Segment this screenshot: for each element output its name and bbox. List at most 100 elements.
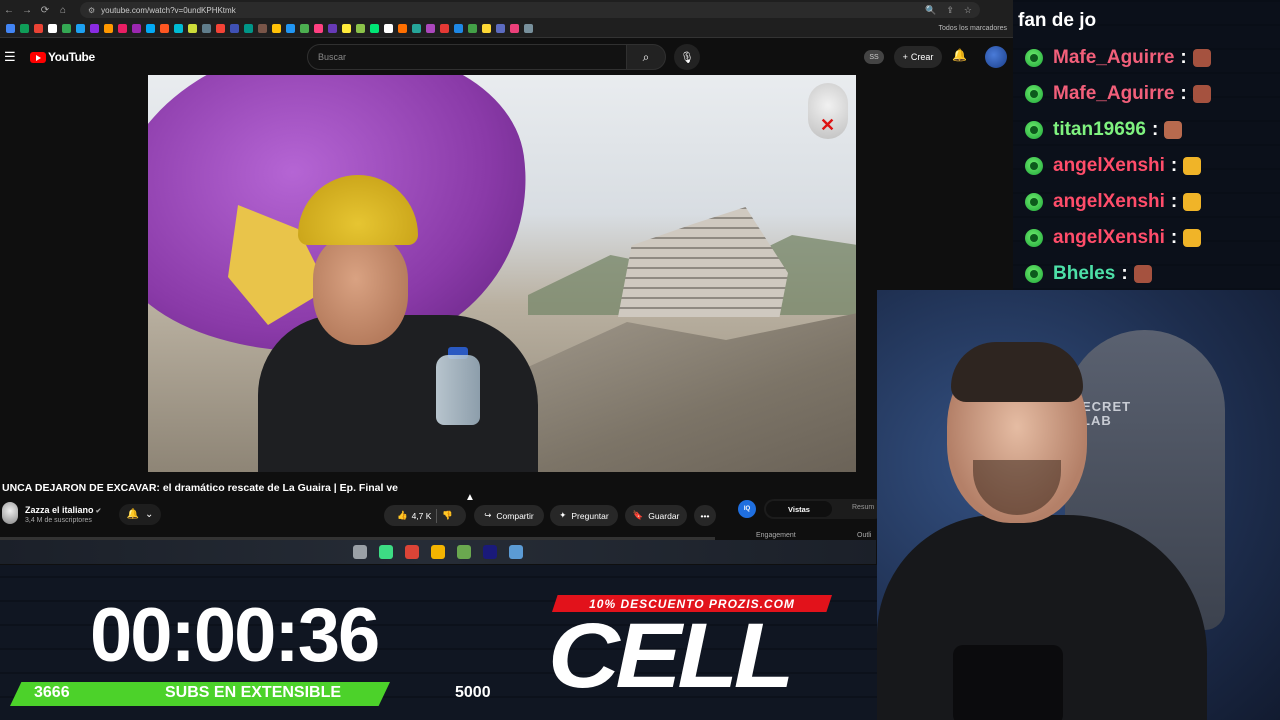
bookmark-favicon-icon[interactable] [6,24,15,33]
chat-username[interactable]: angelXenshi [1053,191,1165,213]
reload-icon[interactable]: ⟳ [36,5,54,16]
bookmarks-bar: Todos los marcadores [0,20,1013,38]
address-bar[interactable]: ⚙ youtube.com/watch?v=0undKPHKtmk 🔍 ⇪ ☆ [80,2,980,18]
bookmark-favicon-icon[interactable] [510,24,519,33]
bookmark-favicon-icon[interactable] [482,24,491,33]
bookmark-favicon-icon[interactable] [230,24,239,33]
chat-badge-icon [1025,85,1043,103]
taskbar-app-icon[interactable] [405,545,419,559]
bookmark-favicon-icon[interactable] [496,24,505,33]
bookmark-favicon-icon[interactable] [412,24,421,33]
taskbar-app-icon[interactable] [379,545,393,559]
share-label: Compartir [496,510,534,521]
bookmark-favicon-icon[interactable] [258,24,267,33]
bookmark-favicon-icon[interactable] [356,24,365,33]
chat-separator: : [1170,191,1178,212]
more-actions-button[interactable]: ••• [694,505,716,526]
subs-goal: 5000 [455,684,491,701]
bookmark-favicon-icon[interactable] [384,24,393,33]
bookmark-favicon-icon[interactable] [146,24,155,33]
account-avatar[interactable] [985,46,1007,68]
thumbs-up-icon: 👍 [396,510,408,520]
tab-summary[interactable]: Resum [852,504,874,511]
bookmark-favicon-icon[interactable] [76,24,85,33]
chat-username[interactable]: Mafe_Aguirre [1053,83,1174,105]
chat-username[interactable]: titan19696 [1053,119,1146,141]
youtube-play-icon [30,51,46,63]
channel-name[interactable]: Zazza el italiano ✔ [25,505,101,515]
bookmark-favicon-icon[interactable] [426,24,435,33]
bookmark-favicon-icon[interactable] [118,24,127,33]
extension-logo-icon[interactable]: IQ [738,500,756,518]
chat-message: Bheles: [1025,261,1152,287]
voice-search-button[interactable]: 🎙 [674,44,700,70]
search-button[interactable]: ⌕ [626,44,666,70]
bookmark-favicon-icon[interactable] [468,24,477,33]
bookmark-favicon-icon[interactable] [20,24,29,33]
chat-username[interactable]: Bheles [1053,263,1115,285]
bookmark-favicon-icon[interactable] [90,24,99,33]
chat-emote-icon [1133,265,1152,283]
back-icon[interactable]: ← [0,5,18,16]
chat-separator: : [1170,227,1178,248]
taskbar-app-icon[interactable] [509,545,523,559]
bookmark-favicon-icon[interactable] [272,24,281,33]
all-bookmarks-button[interactable]: Todos los marcadores [939,25,1013,32]
bookmark-favicon-icon[interactable] [48,24,57,33]
chat-username[interactable]: Mafe_Aguirre [1053,47,1174,69]
share-page-icon[interactable]: ⇪ [946,5,954,16]
bookmark-favicon-icon[interactable] [300,24,309,33]
chat-badge-icon [1025,121,1043,139]
bookmark-star-icon[interactable]: ☆ [964,5,972,16]
share-button[interactable]: ↪ Compartir [474,505,544,526]
home-icon[interactable]: ⌂ [54,5,72,16]
bookmark-favicon-icon[interactable] [34,24,43,33]
bookmark-favicon-icon[interactable] [202,24,211,33]
menu-icon[interactable]: ☰ [4,49,20,65]
taskbar-app-icon[interactable] [431,545,445,559]
search-input[interactable]: Buscar [307,44,627,70]
save-button[interactable]: 🔖 Guardar [625,505,687,526]
bookmark-favicon-icon[interactable] [342,24,351,33]
like-divider [436,508,438,523]
video-water-bottle [436,355,480,425]
bookmark-favicon-icon[interactable] [132,24,141,33]
channel-avatar[interactable] [2,502,18,524]
bookmark-favicon-icon[interactable] [314,24,323,33]
chat-username[interactable]: angelXenshi [1053,227,1165,249]
site-info-icon[interactable]: ⚙ [88,6,95,15]
bookmark-favicon-icon[interactable] [370,24,379,33]
youtube-logo[interactable]: YouTube [30,50,95,64]
create-label: Crear [910,52,934,62]
forward-icon[interactable]: → [18,5,36,16]
like-button[interactable]: 👍 4,7 K [397,510,431,521]
bookmark-favicon-icon[interactable] [244,24,253,33]
bookmark-favicon-icon[interactable] [104,24,113,33]
bookmark-favicon-icon[interactable] [328,24,337,33]
ask-button[interactable]: ✦ Preguntar [550,505,618,526]
notifications-bell-icon[interactable]: 🔔 [952,48,967,62]
chat-username[interactable]: angelXenshi [1053,155,1165,177]
video-player[interactable]: ✕ [148,75,856,472]
bookmark-favicon-icon[interactable] [216,24,225,33]
bookmark-favicon-icon[interactable] [398,24,407,33]
bookmark-favicon-icon[interactable] [174,24,183,33]
taskbar-app-icon[interactable] [483,545,497,559]
taskbar-app-icon[interactable] [353,545,367,559]
bookmark-favicon-icon[interactable] [524,24,533,33]
bookmark-favicon-icon[interactable] [188,24,197,33]
bookmark-favicon-icon[interactable] [286,24,295,33]
bookmark-favicon-icon[interactable] [440,24,449,33]
plus-icon: + [902,52,908,62]
extension-badge[interactable]: SS [864,50,884,64]
taskbar-app-icon[interactable] [457,545,471,559]
create-button[interactable]: + Crear [894,46,942,68]
chat-header-text: fan de jo [1018,10,1097,31]
bookmark-favicon-icon[interactable] [62,24,71,33]
bookmark-favicon-icon[interactable] [160,24,169,33]
tab-views[interactable]: Vistas [766,501,832,517]
subscription-bell-button[interactable]: 🔔 ⌄ [119,504,161,525]
zoom-icon[interactable]: 🔍 [925,5,936,16]
bookmark-favicon-icon[interactable] [454,24,463,33]
dislike-button[interactable]: 👎 [442,510,453,521]
